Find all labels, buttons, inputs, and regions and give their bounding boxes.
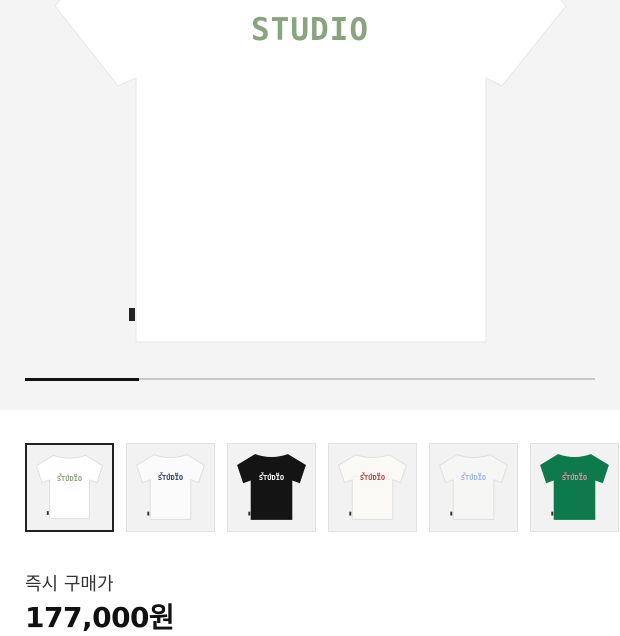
thumbnail-print-text: STUDIO xyxy=(561,474,588,482)
tshirt-thumbnail xyxy=(540,454,609,520)
tshirt-thumbnail xyxy=(237,454,306,520)
color-thumbnail-white-red[interactable]: ㅈㅅㅂ STUDIO xyxy=(328,443,417,532)
slide-progress-fill xyxy=(25,377,139,381)
thumbnail-print-text: STUDIO xyxy=(56,475,83,483)
thumbnail-print-text: STUDIO xyxy=(258,474,285,482)
slide-progress-bar xyxy=(25,377,595,381)
color-thumbnail-white-skyblue[interactable]: ㅈㅅㅂ STUDIO xyxy=(429,443,518,532)
thumbnail-print-text: STUDIO xyxy=(460,474,487,482)
thumbnail-print-text: STUDIO xyxy=(359,474,386,482)
price: 177,000원 xyxy=(25,601,175,634)
tshirt-thumbnail xyxy=(338,454,407,520)
tshirt-thumbnail xyxy=(35,454,104,520)
tshirt-image xyxy=(54,0,567,343)
color-thumbnail-white-navy[interactable]: ㅈㅅㅂ STUDIO xyxy=(126,443,215,532)
thumbnail-print-text: STUDIO xyxy=(157,474,184,482)
tshirt-thumbnail xyxy=(136,454,205,520)
shirt-print-text: STUDIO xyxy=(251,12,369,48)
color-thumbnail-black-white[interactable]: ㅈㅅㅂ STUDIO xyxy=(227,443,316,532)
product-image[interactable]: STUDIO xyxy=(0,0,620,410)
tshirt-thumbnail xyxy=(439,454,508,520)
instant-buy-label: 즉시 구매가 xyxy=(25,574,114,595)
color-thumbnail-green-pink[interactable]: ㅈㅅㅂ STUDIO xyxy=(530,443,619,532)
color-thumbnail-white-green[interactable]: ㅈㅅㅂ STUDIO xyxy=(25,443,114,532)
color-thumbnail-list: ㅈㅅㅂ STUDIO ㅈㅅㅂ STUDIO ㅈㅅㅂ STUDIO ㅈㅅㅂ STUDIO ㅈㅅㅂ S… xyxy=(25,443,620,533)
